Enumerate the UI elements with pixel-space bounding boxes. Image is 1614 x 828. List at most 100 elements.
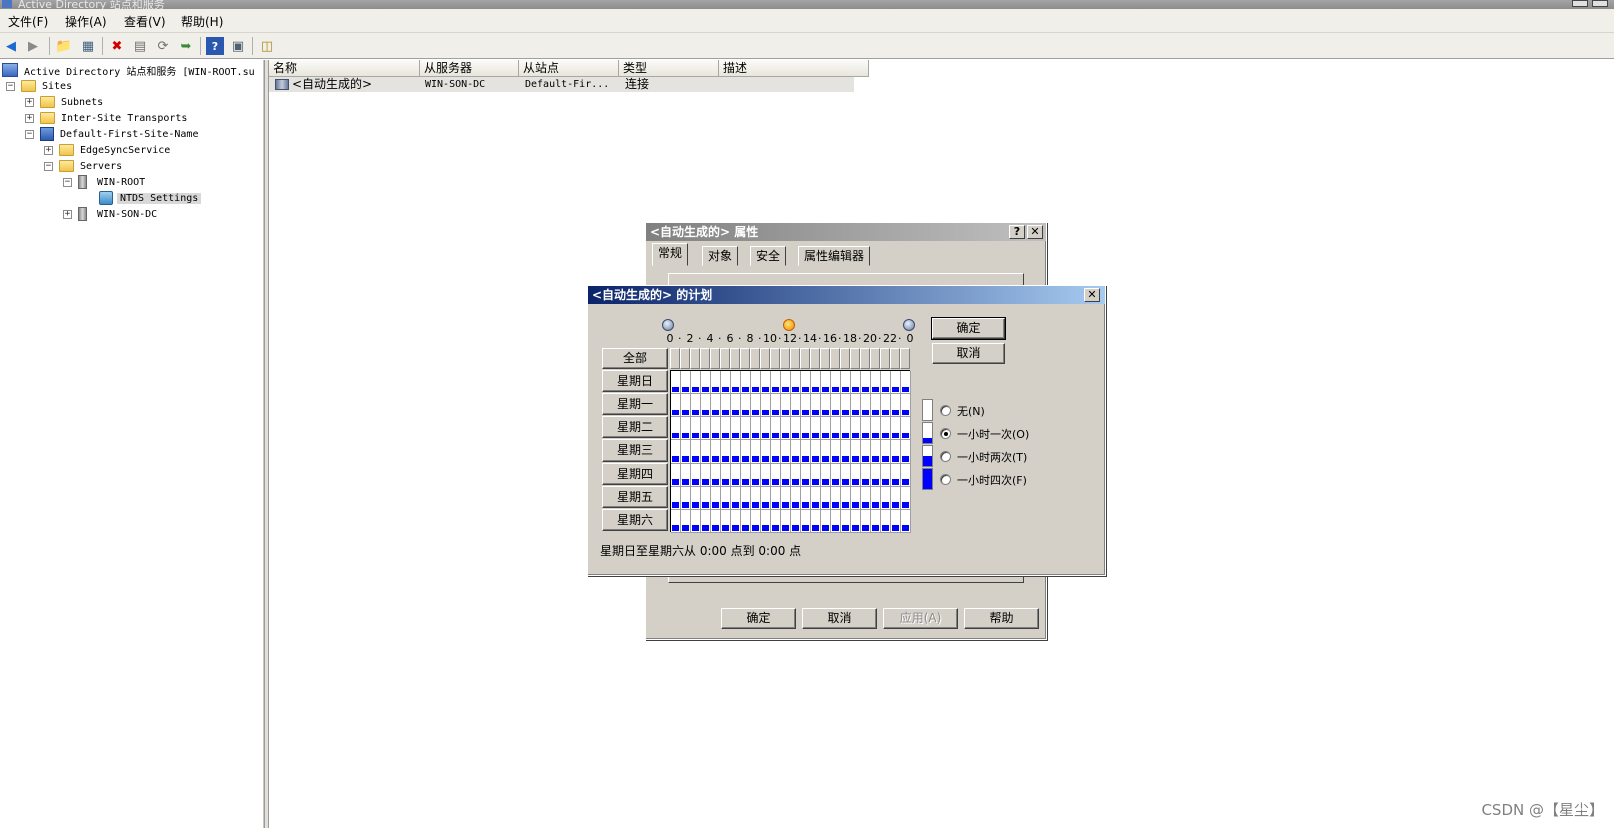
tree-item-default-site[interactable]: − Default-First-Site-Name <box>25 126 198 142</box>
select-all-button[interactable]: 全部 <box>602 348 668 369</box>
schedule-cell[interactable] <box>841 371 851 395</box>
hour-column-button[interactable] <box>840 348 850 369</box>
schedule-cell[interactable] <box>881 371 891 395</box>
hour-column-button[interactable] <box>730 348 740 369</box>
schedule-cell[interactable] <box>861 486 871 510</box>
schedule-cell[interactable] <box>851 486 861 510</box>
schedule-cell[interactable] <box>831 486 841 510</box>
schedule-cell[interactable] <box>851 371 861 395</box>
show-tree-icon[interactable]: ▦ <box>79 37 97 55</box>
schedule-cell[interactable] <box>711 417 721 441</box>
menu-action[interactable]: 操作(A) <box>65 13 107 30</box>
hour-column-button[interactable] <box>700 348 710 369</box>
column-header-description[interactable]: 描述 <box>719 60 869 77</box>
hour-column-button[interactable] <box>760 348 770 369</box>
schedule-cell[interactable] <box>731 371 741 395</box>
schedule-cell[interactable] <box>871 463 881 487</box>
schedule-cell[interactable] <box>741 417 751 441</box>
schedule-cell[interactable] <box>891 394 901 418</box>
tree-item-inter-site-transports[interactable]: + Inter-Site Transports <box>25 110 187 126</box>
back-icon[interactable]: ◀ <box>2 37 20 55</box>
tree-item-ntds-settings[interactable]: NTDS Settings <box>99 190 202 206</box>
schedule-cell[interactable] <box>891 463 901 487</box>
schedule-cell[interactable] <box>801 394 811 418</box>
schedule-cell[interactable] <box>801 509 811 533</box>
schedule-cell[interactable] <box>751 509 761 533</box>
schedule-cell[interactable] <box>671 509 681 533</box>
schedule-cell[interactable] <box>761 486 771 510</box>
schedule-cell[interactable] <box>811 394 821 418</box>
schedule-cell[interactable] <box>731 417 741 441</box>
column-header-from-site[interactable]: 从站点 <box>519 60 619 77</box>
schedule-cell[interactable] <box>831 440 841 464</box>
schedule-cell[interactable] <box>821 509 831 533</box>
tab-security[interactable]: 安全 <box>750 246 787 266</box>
schedule-cell[interactable] <box>901 417 911 441</box>
schedule-cell[interactable] <box>891 440 901 464</box>
schedule-cell[interactable] <box>861 463 871 487</box>
schedule-cell[interactable] <box>781 417 791 441</box>
tree-item-win-son-dc[interactable]: + WIN-SON-DC <box>63 206 157 222</box>
day-button[interactable]: 星期三 <box>602 439 668 462</box>
schedule-cell[interactable] <box>811 417 821 441</box>
schedule-cell[interactable] <box>681 486 691 510</box>
schedule-cell[interactable] <box>801 417 811 441</box>
properties-icon[interactable]: ▤ <box>131 37 149 55</box>
schedule-cell[interactable] <box>761 509 771 533</box>
tree-item-subnets[interactable]: + Subnets <box>25 94 103 110</box>
schedule-cell[interactable] <box>801 440 811 464</box>
frequency-label[interactable]: 一小时两次(T) <box>957 449 1027 465</box>
schedule-cell[interactable] <box>901 440 911 464</box>
schedule-cell[interactable] <box>881 509 891 533</box>
day-button[interactable]: 星期六 <box>602 508 668 531</box>
refresh-icon[interactable]: ⟳ <box>154 37 172 55</box>
schedule-cell[interactable] <box>751 371 761 395</box>
export-icon[interactable]: ➥ <box>177 37 195 55</box>
hour-column-button[interactable] <box>820 348 830 369</box>
schedule-cell[interactable] <box>741 440 751 464</box>
schedule-cell[interactable] <box>731 509 741 533</box>
tab-attribute-editor[interactable]: 属性编辑器 <box>798 246 871 266</box>
help-icon[interactable]: ? <box>206 37 224 55</box>
list-row[interactable]: <自动生成的> WIN-SON-DC Default-Fir... 连接 <box>269 77 854 92</box>
schedule-cell[interactable] <box>711 440 721 464</box>
hour-column-button[interactable] <box>900 348 910 369</box>
close-icon[interactable]: ✕ <box>1084 288 1100 302</box>
schedule-cell[interactable] <box>821 371 831 395</box>
schedule-cell[interactable] <box>741 463 751 487</box>
schedule-cell[interactable] <box>721 394 731 418</box>
collapse-icon[interactable]: − <box>25 129 34 139</box>
schedule-cell[interactable] <box>721 417 731 441</box>
schedule-cell[interactable] <box>831 371 841 395</box>
schedule-cell[interactable] <box>671 417 681 441</box>
hour-column-button[interactable] <box>720 348 730 369</box>
hour-column-button[interactable] <box>800 348 810 369</box>
schedule-cell[interactable] <box>881 440 891 464</box>
properties-ok-button[interactable]: 确定 <box>721 608 796 629</box>
schedule-cell[interactable] <box>701 509 711 533</box>
schedule-cell[interactable] <box>861 509 871 533</box>
tree-item-win-root[interactable]: − WIN-ROOT <box>63 174 145 190</box>
schedule-cell[interactable] <box>761 371 771 395</box>
column-header-type[interactable]: 类型 <box>619 60 719 77</box>
schedule-cell[interactable] <box>731 486 741 510</box>
schedule-cell[interactable] <box>681 463 691 487</box>
maximize-button[interactable] <box>1592 0 1608 7</box>
hour-column-button[interactable] <box>670 348 680 369</box>
hour-column-button[interactable] <box>850 348 860 369</box>
schedule-cell[interactable] <box>861 394 871 418</box>
day-button[interactable]: 星期二 <box>602 416 668 439</box>
day-button[interactable]: 星期五 <box>602 485 668 508</box>
delete-icon[interactable]: ✖ <box>108 37 126 55</box>
schedule-cell[interactable] <box>781 371 791 395</box>
schedule-cell[interactable] <box>671 394 681 418</box>
expand-icon[interactable]: + <box>25 113 34 123</box>
schedule-cell[interactable] <box>781 440 791 464</box>
schedule-cell[interactable] <box>801 486 811 510</box>
schedule-cell[interactable] <box>701 417 711 441</box>
frequency-label[interactable]: 无(N) <box>957 403 985 419</box>
properties-apply-button[interactable]: 应用(A) <box>883 608 958 629</box>
schedule-cell[interactable] <box>681 440 691 464</box>
menu-help[interactable]: 帮助(H) <box>181 13 223 30</box>
schedule-cell[interactable] <box>681 509 691 533</box>
